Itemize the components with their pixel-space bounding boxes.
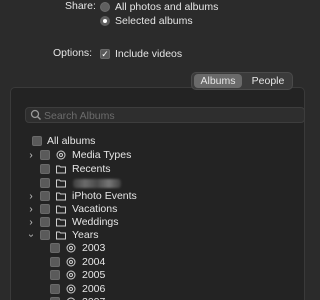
gear-folder-icon — [66, 243, 76, 253]
tree-item-years[interactable]: › Years — [25, 228, 99, 242]
tree-item-year-2003[interactable]: 2003 — [50, 241, 105, 255]
chevron-down-icon[interactable]: › — [26, 229, 37, 241]
radio-all-photos-label: All photos and albums — [115, 1, 219, 13]
radio-selected-albums[interactable]: Selected albums — [100, 15, 193, 27]
checkbox[interactable] — [40, 230, 50, 240]
radio-all-photos[interactable]: All photos and albums — [100, 1, 218, 13]
radio-button[interactable] — [100, 16, 110, 26]
tree-item-label: iPhoto Events — [72, 190, 137, 202]
gear-folder-icon — [66, 297, 76, 300]
tree-item-recents[interactable]: Recents — [25, 162, 111, 176]
chevron-right-icon[interactable]: › — [25, 191, 37, 202]
gear-folder-icon — [66, 270, 76, 280]
chevron-right-icon[interactable]: › — [25, 217, 37, 228]
tree-item-label: 2005 — [82, 269, 106, 281]
chevron-right-icon[interactable]: › — [25, 204, 37, 215]
search-icon — [30, 109, 41, 120]
radio-selected-albums-label: Selected albums — [115, 15, 193, 27]
gear-folder-icon — [66, 257, 76, 267]
checkbox[interactable] — [40, 178, 50, 188]
folder-icon — [56, 165, 66, 174]
folder-icon — [56, 218, 66, 227]
tree-item-year-2006[interactable]: 2006 — [50, 282, 105, 296]
albums-people-segmented-control: Albums People — [191, 72, 293, 90]
checkbox[interactable] — [50, 257, 60, 267]
tree-item-label: 2003 — [82, 242, 106, 254]
options-label: Options: — [53, 47, 93, 59]
tree-item-year-2005[interactable]: 2005 — [50, 268, 105, 282]
radio-button[interactable] — [100, 2, 110, 12]
all-albums-label: All albums — [47, 135, 96, 147]
tree-item-vacations[interactable]: › Vacations — [25, 202, 117, 216]
tree-item-year-2007[interactable]: 2007 — [50, 295, 105, 300]
share-label: Share: — [65, 0, 96, 12]
checkbox[interactable] — [40, 204, 50, 214]
tree-item-media-types[interactable]: › Media Types — [25, 148, 131, 162]
folder-icon — [56, 231, 66, 240]
tree-item-iphoto-events[interactable]: › iPhoto Events — [25, 189, 137, 203]
search-albums-input[interactable]: Search Albums — [25, 107, 305, 123]
checkbox[interactable] — [50, 270, 60, 280]
tree-item-label: Media Types — [72, 149, 132, 161]
tree-item-label: 2006 — [82, 283, 106, 295]
checkbox[interactable] — [32, 136, 42, 146]
folder-icon — [56, 192, 66, 201]
checkbox[interactable]: ✓ — [100, 49, 110, 59]
all-albums-row[interactable]: All albums — [32, 134, 95, 148]
tree-item-label: Recents — [72, 163, 111, 175]
tree-item-obscured[interactable] — [25, 176, 121, 190]
checkbox[interactable] — [40, 191, 50, 201]
checkbox[interactable] — [50, 284, 60, 294]
tree-item-label: Vacations — [72, 203, 118, 215]
obscured-label — [73, 178, 121, 188]
checkbox[interactable] — [40, 150, 50, 160]
gear-folder-icon — [66, 284, 76, 294]
tree-item-label: 2007 — [82, 296, 105, 300]
folder-icon — [56, 179, 66, 188]
tree-item-label: Years — [72, 229, 99, 241]
folder-icon — [56, 205, 66, 214]
tree-item-year-2004[interactable]: 2004 — [50, 255, 105, 269]
tab-albums[interactable]: Albums — [194, 74, 242, 88]
checkbox[interactable] — [50, 243, 60, 253]
tree-item-label: Weddings — [72, 216, 119, 228]
checkbox[interactable] — [40, 164, 50, 174]
gear-folder-icon — [56, 150, 66, 160]
include-videos-label: Include videos — [115, 48, 183, 60]
tab-people[interactable]: People — [244, 74, 292, 88]
search-placeholder: Search Albums — [44, 110, 115, 122]
checkbox[interactable] — [40, 217, 50, 227]
include-videos-checkbox[interactable]: ✓ Include videos — [100, 48, 182, 60]
chevron-right-icon[interactable]: › — [25, 150, 37, 161]
tree-item-weddings[interactable]: › Weddings — [25, 215, 119, 229]
tree-item-label: 2004 — [82, 256, 106, 268]
